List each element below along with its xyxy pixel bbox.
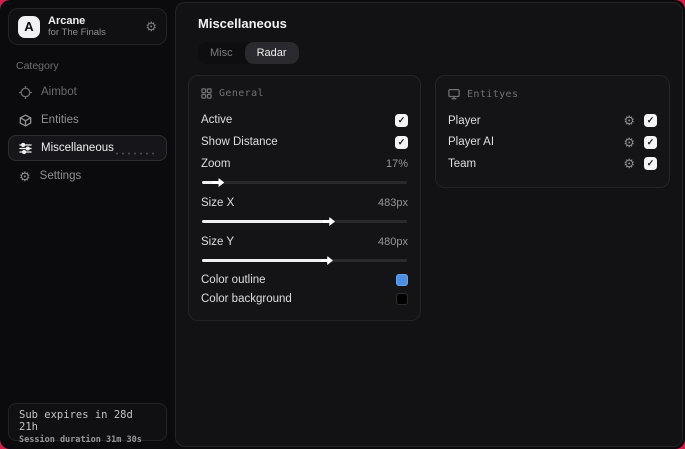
checkbox[interactable]: ✓ [644, 157, 657, 171]
tab-radar[interactable]: Radar [244, 42, 299, 64]
toggle-label: Show Distance [201, 136, 278, 148]
slider-header: Size Y 480px [201, 231, 408, 253]
slider-thumb[interactable] [212, 178, 225, 187]
slider-label: Zoom [201, 158, 231, 170]
app-window: A Arcane for The Finals ⚙ Category Aimbo… [0, 0, 685, 449]
zoom-slider[interactable] [202, 178, 408, 187]
cards-container: General Active ✓ Show Distance ✓ Zoom 17… [188, 75, 670, 321]
sub-expires-text: Sub expires in 28d 21h [19, 409, 133, 433]
cube-icon [19, 113, 32, 127]
entity-controls: ⚙ ✓ [623, 135, 657, 149]
entity-label: Player AI [448, 136, 495, 149]
entity-row-player-ai: Player AI ⚙ ✓ [448, 132, 657, 154]
size-y-slider[interactable] [202, 256, 408, 265]
entity-row-player: Player ⚙ ✓ [448, 110, 657, 132]
sidebar-item-label: Aimbot [41, 86, 77, 98]
entities-card-title: Entityes [467, 88, 519, 100]
slider-row-size-x: Size X 483px [201, 192, 408, 226]
sidebar-item-aimbot[interactable]: Aimbot [8, 79, 167, 105]
color-row-background: Color background [201, 289, 409, 308]
sidebar-item-label: Miscellaneous [41, 142, 114, 154]
tab-bar: Misc Radar [198, 42, 299, 64]
sidebar-item-label: Entities [41, 114, 79, 126]
sidebar-item-entities[interactable]: Entities [8, 107, 167, 133]
sidebar-item-label: Settings [39, 170, 82, 182]
slider-row-zoom: Zoom 17% [201, 153, 408, 187]
entity-row-team: Team ⚙ ✓ [448, 153, 657, 175]
brand-card: A Arcane for The Finals ⚙ [8, 8, 167, 45]
gear-icon[interactable]: ⚙ [623, 114, 635, 127]
general-card-header: General [201, 88, 408, 99]
entity-controls: ⚙ ✓ [623, 114, 657, 128]
slider-header: Zoom 17% [201, 153, 408, 175]
slider-header: Size X 483px [201, 192, 408, 214]
brand-text: Arcane for The Finals [48, 15, 106, 39]
slider-value: 483px [378, 197, 409, 209]
session-duration-text: Session duration 31m 30s [19, 435, 142, 445]
slider-label: Size Y [201, 236, 235, 248]
brand-logo: A [18, 15, 40, 38]
entity-label: Team [448, 157, 477, 170]
slider-row-size-y: Size Y 480px [201, 231, 408, 265]
general-card-title: General [219, 88, 264, 99]
entities-card: Entityes Player ⚙ ✓ Player AI ⚙ ✓ Team ⚙… [435, 75, 670, 188]
checkbox[interactable]: ✓ [395, 135, 409, 149]
slider-label: Size X [201, 197, 235, 209]
brand-name: Arcane [48, 14, 86, 27]
monitor-icon [448, 89, 460, 100]
tab-misc[interactable]: Misc [198, 42, 245, 64]
slider-value: 480px [378, 236, 409, 248]
sidebar: A Arcane for The Finals ⚙ Category Aimbo… [0, 0, 175, 449]
toggle-row-show-distance: Show Distance ✓ [201, 131, 409, 153]
color-label: Color outline [201, 273, 266, 286]
nav-dots-decoration [114, 151, 158, 156]
slider-value: 17% [385, 158, 409, 170]
slider-fill [202, 259, 323, 262]
size-x-slider[interactable] [202, 217, 408, 226]
category-label: Category [16, 60, 59, 72]
gear-icon[interactable]: ⚙ [623, 157, 635, 170]
slider-fill [202, 220, 325, 223]
slider-thumb[interactable] [323, 217, 335, 226]
sliders-icon [19, 142, 32, 154]
crosshair-icon [19, 85, 32, 99]
general-card: General Active ✓ Show Distance ✓ Zoom 17… [188, 75, 422, 321]
subscription-card: Sub expires in 28d 21h Session duration … [8, 403, 167, 445]
gear-icon[interactable]: ⚙ [623, 136, 635, 149]
entities-card-header: Entityes [448, 88, 657, 100]
brand-subtitle: for The Finals [48, 26, 106, 38]
color-label: Color background [201, 292, 292, 305]
grid-icon [201, 88, 212, 99]
toggle-label: Active [201, 114, 233, 126]
gear-icon[interactable]: ⚙ [145, 20, 157, 33]
toggle-row-active: Active ✓ [201, 109, 409, 131]
checkbox[interactable]: ✓ [395, 113, 409, 127]
sidebar-item-miscellaneous[interactable]: Miscellaneous [8, 135, 167, 161]
entity-controls: ⚙ ✓ [623, 157, 657, 171]
entity-label: Player [448, 114, 481, 127]
checkbox[interactable]: ✓ [644, 135, 657, 149]
main-panel: Miscellaneous Misc Radar General Active … [175, 2, 683, 447]
color-swatch[interactable] [396, 292, 409, 305]
color-row-outline: Color outline [201, 270, 409, 289]
checkbox[interactable]: ✓ [644, 114, 657, 128]
slider-thumb[interactable] [320, 256, 333, 265]
color-swatch[interactable] [396, 273, 409, 286]
gear-icon: ⚙ [19, 168, 31, 184]
page-title: Miscellaneous [198, 16, 287, 31]
sidebar-item-settings[interactable]: ⚙ Settings [8, 163, 167, 189]
